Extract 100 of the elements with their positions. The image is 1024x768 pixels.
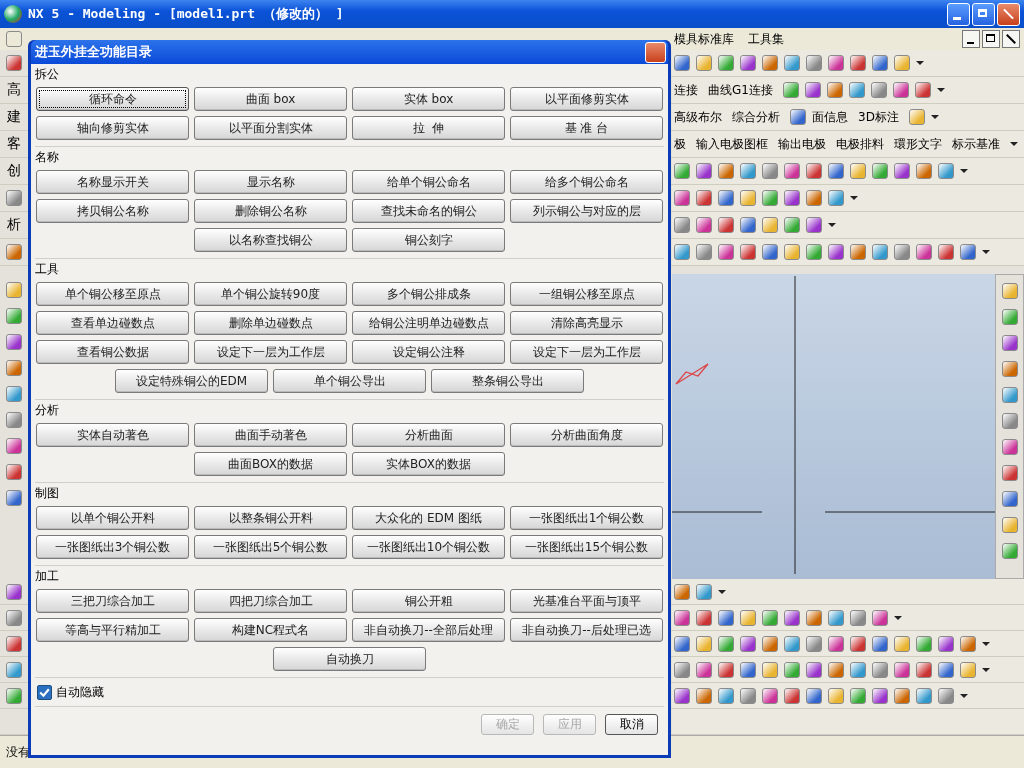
toolbar-icon[interactable] xyxy=(1001,413,1018,429)
command-button[interactable]: 基 准 台 xyxy=(510,116,663,140)
toolbar-icon[interactable] xyxy=(674,635,690,652)
toolbar-icon[interactable] xyxy=(960,661,976,678)
dropdown-arrow-icon[interactable] xyxy=(930,115,939,119)
command-button[interactable]: 循环命令 xyxy=(36,87,189,111)
command-button[interactable]: 列示铜公与对应的层 xyxy=(510,199,663,223)
toolbar-icon[interactable] xyxy=(696,163,712,179)
command-button[interactable]: 查看单边碰数点 xyxy=(36,311,189,335)
toolbar-icon[interactable] xyxy=(848,82,865,98)
toolbar-icon[interactable] xyxy=(6,334,22,350)
toolbar-icon[interactable] xyxy=(894,687,910,704)
toolbar-icon[interactable] xyxy=(916,661,932,678)
toolbar-icon[interactable] xyxy=(1001,465,1018,481)
toolbar-icon[interactable] xyxy=(806,635,822,652)
toolbar-icon[interactable] xyxy=(938,163,954,179)
command-button[interactable]: 一张图纸出15个铜公数 xyxy=(510,535,663,559)
toolbar-icon[interactable] xyxy=(674,609,690,626)
toolbar-icon[interactable] xyxy=(696,217,712,233)
toolbar-icon[interactable] xyxy=(916,244,932,260)
toolbar-icon[interactable] xyxy=(740,55,756,71)
toolbar-icon[interactable] xyxy=(718,635,734,652)
toolbar-icon[interactable] xyxy=(916,163,932,179)
dropdown-arrow-icon[interactable] xyxy=(894,615,902,620)
toolbar-icon[interactable] xyxy=(762,609,778,626)
command-button[interactable]: 一张图纸出5个铜公数 xyxy=(194,535,347,559)
command-button[interactable]: 单个铜公移至原点 xyxy=(36,282,189,306)
toolbar-icon[interactable] xyxy=(850,163,866,179)
toolbar-icon[interactable] xyxy=(762,687,778,704)
toolbar-icon[interactable] xyxy=(784,55,800,71)
toolbar-icon[interactable] xyxy=(6,360,22,376)
toolbar-icon[interactable] xyxy=(806,55,822,71)
toolbar-icon[interactable] xyxy=(696,583,712,600)
toolbar-icon[interactable] xyxy=(828,244,844,260)
command-button[interactable]: 光基准台平面与顶平 xyxy=(510,589,663,613)
toolbar-icon[interactable] xyxy=(718,244,734,260)
toolbar-icon[interactable] xyxy=(6,687,22,704)
command-button[interactable]: 实体自动著色 xyxy=(36,423,189,447)
toolbar-button[interactable]: 综合分析 xyxy=(732,108,780,126)
toolbar-icon[interactable] xyxy=(784,687,800,704)
dropdown-arrow-icon[interactable] xyxy=(828,223,836,227)
toolbar-icon[interactable] xyxy=(762,190,778,206)
toolbar-icon[interactable] xyxy=(740,661,756,678)
toolbar-icon[interactable] xyxy=(674,583,690,600)
toolbar-icon[interactable] xyxy=(674,661,690,678)
menu-item[interactable]: 模具标准库 xyxy=(674,30,734,48)
command-button[interactable]: 以平面修剪实体 xyxy=(510,87,663,111)
toolbar-icon[interactable] xyxy=(960,635,976,652)
toolbar-icon[interactable] xyxy=(784,163,800,179)
toolbar-icon[interactable] xyxy=(938,661,954,678)
command-button[interactable]: 曲面 box xyxy=(194,87,347,111)
toolbar-button[interactable]: 高级布尔 xyxy=(674,108,722,126)
toolbar-icon[interactable] xyxy=(762,217,778,233)
command-button[interactable]: 四把刀综合加工 xyxy=(194,589,347,613)
toolbar-icon[interactable] xyxy=(894,635,910,652)
toolbar-icon[interactable] xyxy=(806,244,822,260)
toolbar-icon[interactable] xyxy=(806,217,822,233)
toolbar-icon[interactable] xyxy=(828,661,844,678)
command-button[interactable]: 自动换刀 xyxy=(273,647,426,671)
command-button[interactable]: 以单个铜公开料 xyxy=(36,506,189,530)
dropdown-arrow-icon[interactable] xyxy=(960,693,968,698)
command-button[interactable]: 多个铜公排成条 xyxy=(352,282,505,306)
toolbar-label[interactable]: 客 xyxy=(7,135,21,153)
toolbar-icon[interactable] xyxy=(1001,309,1018,325)
toolbar-icon[interactable] xyxy=(892,82,909,98)
toolbar-icon[interactable] xyxy=(908,109,925,125)
command-button[interactable]: 一张图纸出1个铜公数 xyxy=(510,506,663,530)
toolbar-icon[interactable] xyxy=(1001,387,1018,403)
checkbox-label[interactable]: 自动隐藏 xyxy=(56,684,104,701)
toolbar-icon[interactable] xyxy=(894,163,910,179)
dropdown-arrow-icon[interactable] xyxy=(718,589,726,594)
command-button[interactable]: 设定下一层为工作层 xyxy=(510,340,663,364)
command-button[interactable]: 单个铜公旋转90度 xyxy=(194,282,347,306)
toolbar-icon[interactable] xyxy=(806,609,822,626)
toolbar-icon[interactable] xyxy=(790,109,806,125)
command-button[interactable]: 查看铜公数据 xyxy=(36,340,189,364)
command-button[interactable]: 分析曲面 xyxy=(352,423,505,447)
command-button[interactable]: 等高与平行精加工 xyxy=(36,618,189,642)
command-button[interactable]: 查找未命名的铜公 xyxy=(352,199,505,223)
toolbar-button[interactable]: 曲线G1连接 xyxy=(708,81,773,99)
toolbar-icon[interactable] xyxy=(674,55,690,71)
toolbar-icon[interactable] xyxy=(872,635,888,652)
toolbar-label[interactable]: 高 xyxy=(7,81,21,99)
command-button[interactable]: 以整条铜公开料 xyxy=(194,506,347,530)
toolbar-icon[interactable] xyxy=(696,244,712,260)
toolbar-icon[interactable] xyxy=(784,244,800,260)
toolbar-icon[interactable] xyxy=(850,55,866,71)
toolbar-icon[interactable] xyxy=(6,490,22,506)
toolbar-icon[interactable] xyxy=(872,687,888,704)
command-button[interactable]: 给铜公注明单边碰数点 xyxy=(352,311,505,335)
toolbar-icon[interactable] xyxy=(674,163,690,179)
toolbar-icon[interactable] xyxy=(6,190,22,206)
command-button[interactable]: 实体 box xyxy=(352,87,505,111)
toolbar-icon[interactable] xyxy=(826,82,843,98)
toolbar-icon[interactable] xyxy=(1001,543,1018,559)
command-button[interactable]: 曲面BOX的数据 xyxy=(194,452,347,476)
toolbar-icon[interactable] xyxy=(6,244,22,260)
dropdown-arrow-icon[interactable] xyxy=(982,667,990,672)
toolbar-icon[interactable] xyxy=(850,609,866,626)
toolbar-button[interactable]: 输出电极 xyxy=(778,135,826,153)
